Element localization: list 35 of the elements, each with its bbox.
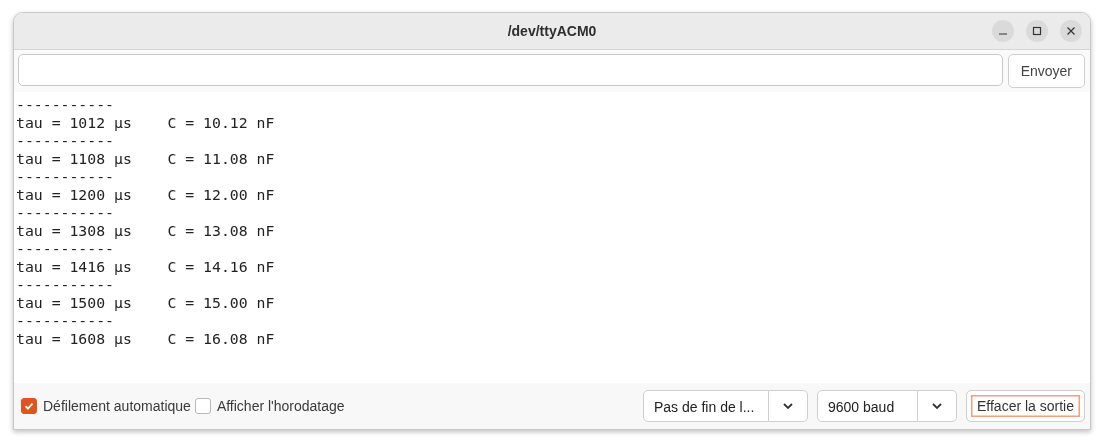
checkbox[interactable] [194, 398, 211, 414]
line-ending-dropdown[interactable]: Pas de fin de l... [643, 390, 769, 422]
output-line: tau = 1608 µs C = 16.08 nF [16, 330, 276, 348]
output-line: ----------- [16, 204, 115, 222]
checkbox-label: Défilement automatique [43, 398, 191, 414]
output-line: tau = 1308 µs C = 13.08 nF [16, 222, 276, 240]
clear-output-button[interactable]: Effacer la sortie [966, 390, 1085, 422]
checkbox[interactable] [21, 398, 37, 414]
baud-rate-dropdown[interactable]: 9600 baud [817, 390, 918, 422]
output-line: ----------- [16, 276, 115, 294]
maximize-button[interactable] [1026, 20, 1048, 42]
dropdown-button[interactable] [918, 390, 957, 422]
output-line: ----------- [16, 96, 115, 114]
output-line: ----------- [16, 132, 115, 150]
maximize-icon [1032, 26, 1042, 36]
output-line: tau = 1500 µs C = 15.00 nF [16, 294, 276, 312]
output-line: tau = 1012 µs C = 10.12 nF [16, 114, 276, 132]
minimize-icon [999, 33, 1007, 35]
chevron-down-icon [931, 402, 943, 410]
chevron-down-icon [782, 402, 794, 410]
output-line: ----------- [16, 168, 115, 186]
output-line: tau = 1200 µs C = 12.00 nF [16, 186, 276, 204]
dropdown-button[interactable] [769, 390, 808, 422]
output-line: ----------- [16, 312, 115, 330]
minimize-button[interactable] [992, 20, 1014, 42]
close-icon [1066, 26, 1076, 36]
window-title: /dev/ttyACM0 [507, 23, 597, 39]
checkbox-label: Afficher l'horodatage [216, 398, 345, 414]
message-input-field[interactable] [18, 54, 1003, 86]
output-line: ----------- [16, 240, 115, 258]
output-line: tau = 1416 µs C = 14.16 nF [16, 258, 276, 276]
checkmark-icon [23, 400, 35, 412]
output-line: tau = 1108 µs C = 11.08 nF [16, 150, 276, 168]
close-button[interactable] [1060, 20, 1082, 42]
send-button[interactable]: Envoyer [1007, 54, 1085, 88]
